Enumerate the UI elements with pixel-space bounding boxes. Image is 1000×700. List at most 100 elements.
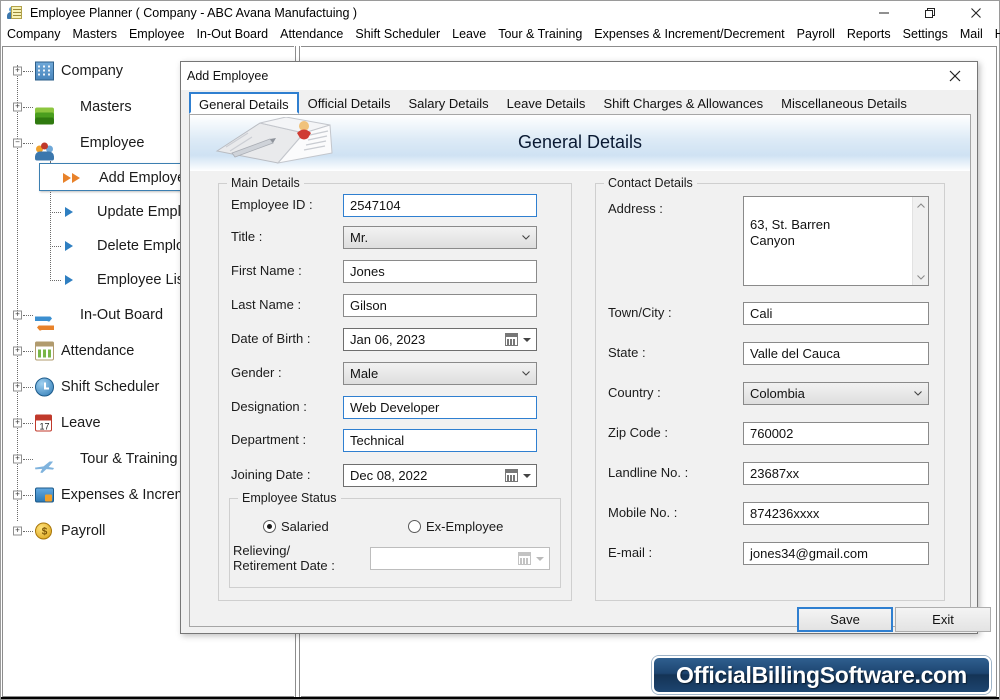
gender-select[interactable]: Male (343, 362, 537, 385)
menu-item-masters[interactable]: Masters (67, 24, 123, 44)
application-window: Employee Planner ( Company - ABC Avana M… (0, 0, 1000, 700)
menu-item-employee[interactable]: Employee (123, 24, 191, 44)
menu-item-in-out-board[interactable]: In-Out Board (191, 24, 275, 44)
mobile-input[interactable]: 874236xxxx (743, 502, 929, 525)
expander-icon[interactable]: + (13, 382, 22, 392)
designation-input[interactable]: Web Developer (343, 396, 537, 419)
tab-general-details[interactable]: General Details (189, 92, 299, 114)
relieving-date-input[interactable] (370, 547, 550, 570)
scroll-down-icon[interactable] (913, 269, 928, 285)
chevron-down-icon[interactable] (523, 474, 531, 478)
menu-item-payroll[interactable]: Payroll (791, 24, 841, 44)
employee-status-legend: Employee Status (238, 491, 341, 505)
menu-item-mail[interactable]: Mail (954, 24, 989, 44)
tab-salary-details[interactable]: Salary Details (399, 92, 498, 114)
menu-item-expenses[interactable]: Expenses & Increment/Decrement (588, 24, 790, 44)
menu-item-attendance[interactable]: Attendance (274, 24, 349, 44)
tab-official-details[interactable]: Official Details (298, 92, 400, 114)
contact-details-group: Contact Details Address : 63, St. Barren… (595, 176, 945, 601)
bottom-border (1, 697, 999, 699)
chevron-down-icon (914, 391, 922, 396)
close-button[interactable] (953, 1, 999, 24)
dialog-close-button[interactable] (933, 62, 977, 90)
window-title: Employee Planner ( Company - ABC Avana M… (30, 5, 358, 20)
panel-title: General Details (517, 132, 643, 152)
department-input[interactable]: Technical (343, 429, 537, 452)
town-city-input[interactable]: Cali (743, 302, 929, 325)
clock-icon (35, 377, 54, 397)
menu-item-company[interactable]: Company (1, 24, 67, 44)
calendar-icon[interactable] (505, 469, 518, 482)
expander-icon[interactable]: + (13, 490, 22, 500)
first-name-input[interactable]: Jones (343, 260, 537, 283)
employee-id-input[interactable]: 2547104 (343, 194, 537, 217)
expander-icon[interactable]: + (13, 418, 22, 428)
window-titlebar: Employee Planner ( Company - ABC Avana M… (1, 1, 999, 24)
expander-icon[interactable]: + (13, 526, 22, 536)
relieving-date-label-line1: Relieving/ (233, 543, 291, 558)
joining-date-label: Joining Date : (231, 467, 311, 482)
joining-date-input[interactable]: Dec 08, 2022 (343, 464, 537, 487)
state-input[interactable]: Valle del Cauca (743, 342, 929, 365)
calendar-icon[interactable] (505, 333, 518, 346)
menu-item-reports[interactable]: Reports (841, 24, 897, 44)
email-label: E-mail : (608, 545, 653, 560)
chevron-down-icon (522, 235, 530, 240)
radio-ex-employee[interactable]: Ex-Employee (408, 519, 503, 534)
window-controls (861, 1, 999, 24)
main-details-legend: Main Details (227, 176, 304, 190)
main-details-group: Main Details Employee ID : 2547104 Title… (218, 176, 572, 601)
sidebar-item-label: Employee (80, 135, 145, 151)
arrow-icon (65, 207, 73, 217)
title-select[interactable]: Mr. (343, 226, 537, 249)
menu-item-tour-training[interactable]: Tour & Training (492, 24, 588, 44)
menu-item-shift-scheduler[interactable]: Shift Scheduler (349, 24, 446, 44)
collapse-icon[interactable]: − (13, 138, 22, 148)
in-out-icon (35, 314, 54, 333)
last-name-input[interactable]: Gilson (343, 294, 537, 317)
save-button[interactable]: Save (797, 607, 893, 632)
chevron-down-icon (522, 371, 530, 376)
address-textarea[interactable]: 63, St. Barren Canyon (743, 196, 929, 286)
expander-icon[interactable]: + (13, 310, 22, 320)
chevron-down-icon[interactable] (523, 338, 531, 342)
restore-button[interactable] (907, 1, 953, 24)
sidebar-item-label: Shift Scheduler (61, 379, 160, 395)
address-scrollbar[interactable] (912, 197, 928, 285)
coin-icon (35, 522, 53, 541)
sidebar-item-label: Expenses & Increme (61, 487, 195, 503)
arrow-icon (65, 275, 73, 285)
expander-icon[interactable]: + (13, 346, 22, 356)
expander-icon[interactable]: + (13, 454, 22, 464)
contact-details-legend: Contact Details (604, 176, 697, 190)
expander-icon[interactable]: + (13, 102, 22, 112)
date-of-birth-input[interactable]: Jan 06, 2023 (343, 328, 537, 351)
exit-button[interactable]: Exit (895, 607, 991, 632)
email-input[interactable]: jones34@gmail.com (743, 542, 929, 565)
country-select[interactable]: Colombia (743, 382, 929, 405)
dialog-title: Add Employee (187, 69, 269, 83)
employee-id-label: Employee ID : (231, 197, 313, 212)
tab-shift-charges-allowances[interactable]: Shift Charges & Allowances (594, 92, 773, 114)
menu-item-leave[interactable]: Leave (446, 24, 492, 44)
tab-miscellaneous-details[interactable]: Miscellaneous Details (772, 92, 916, 114)
landline-input[interactable]: 23687xx (743, 462, 929, 485)
panel-banner: General Details (190, 115, 970, 171)
address-value: 63, St. Barren Canyon (750, 217, 831, 248)
radio-salaried[interactable]: Salaried (263, 519, 329, 534)
zip-code-input[interactable]: 760002 (743, 422, 929, 445)
sidebar-item-label: Masters (80, 99, 132, 115)
calendar-icon[interactable] (518, 552, 531, 565)
sidebar-item-label: Leave (61, 415, 101, 431)
tab-leave-details[interactable]: Leave Details (497, 92, 595, 114)
menu-item-settings[interactable]: Settings (897, 24, 954, 44)
menu-item-help[interactable]: Help (989, 24, 1000, 44)
department-label: Department : (231, 432, 307, 447)
last-name-label: Last Name : (231, 297, 302, 312)
scroll-up-icon[interactable] (913, 197, 928, 213)
chevron-down-icon[interactable] (536, 557, 544, 561)
watermark-text: OfficialBillingSoftware.com (676, 661, 967, 688)
minimize-button[interactable] (861, 1, 907, 24)
expander-icon[interactable]: + (13, 66, 22, 76)
state-label: State : (608, 345, 646, 360)
